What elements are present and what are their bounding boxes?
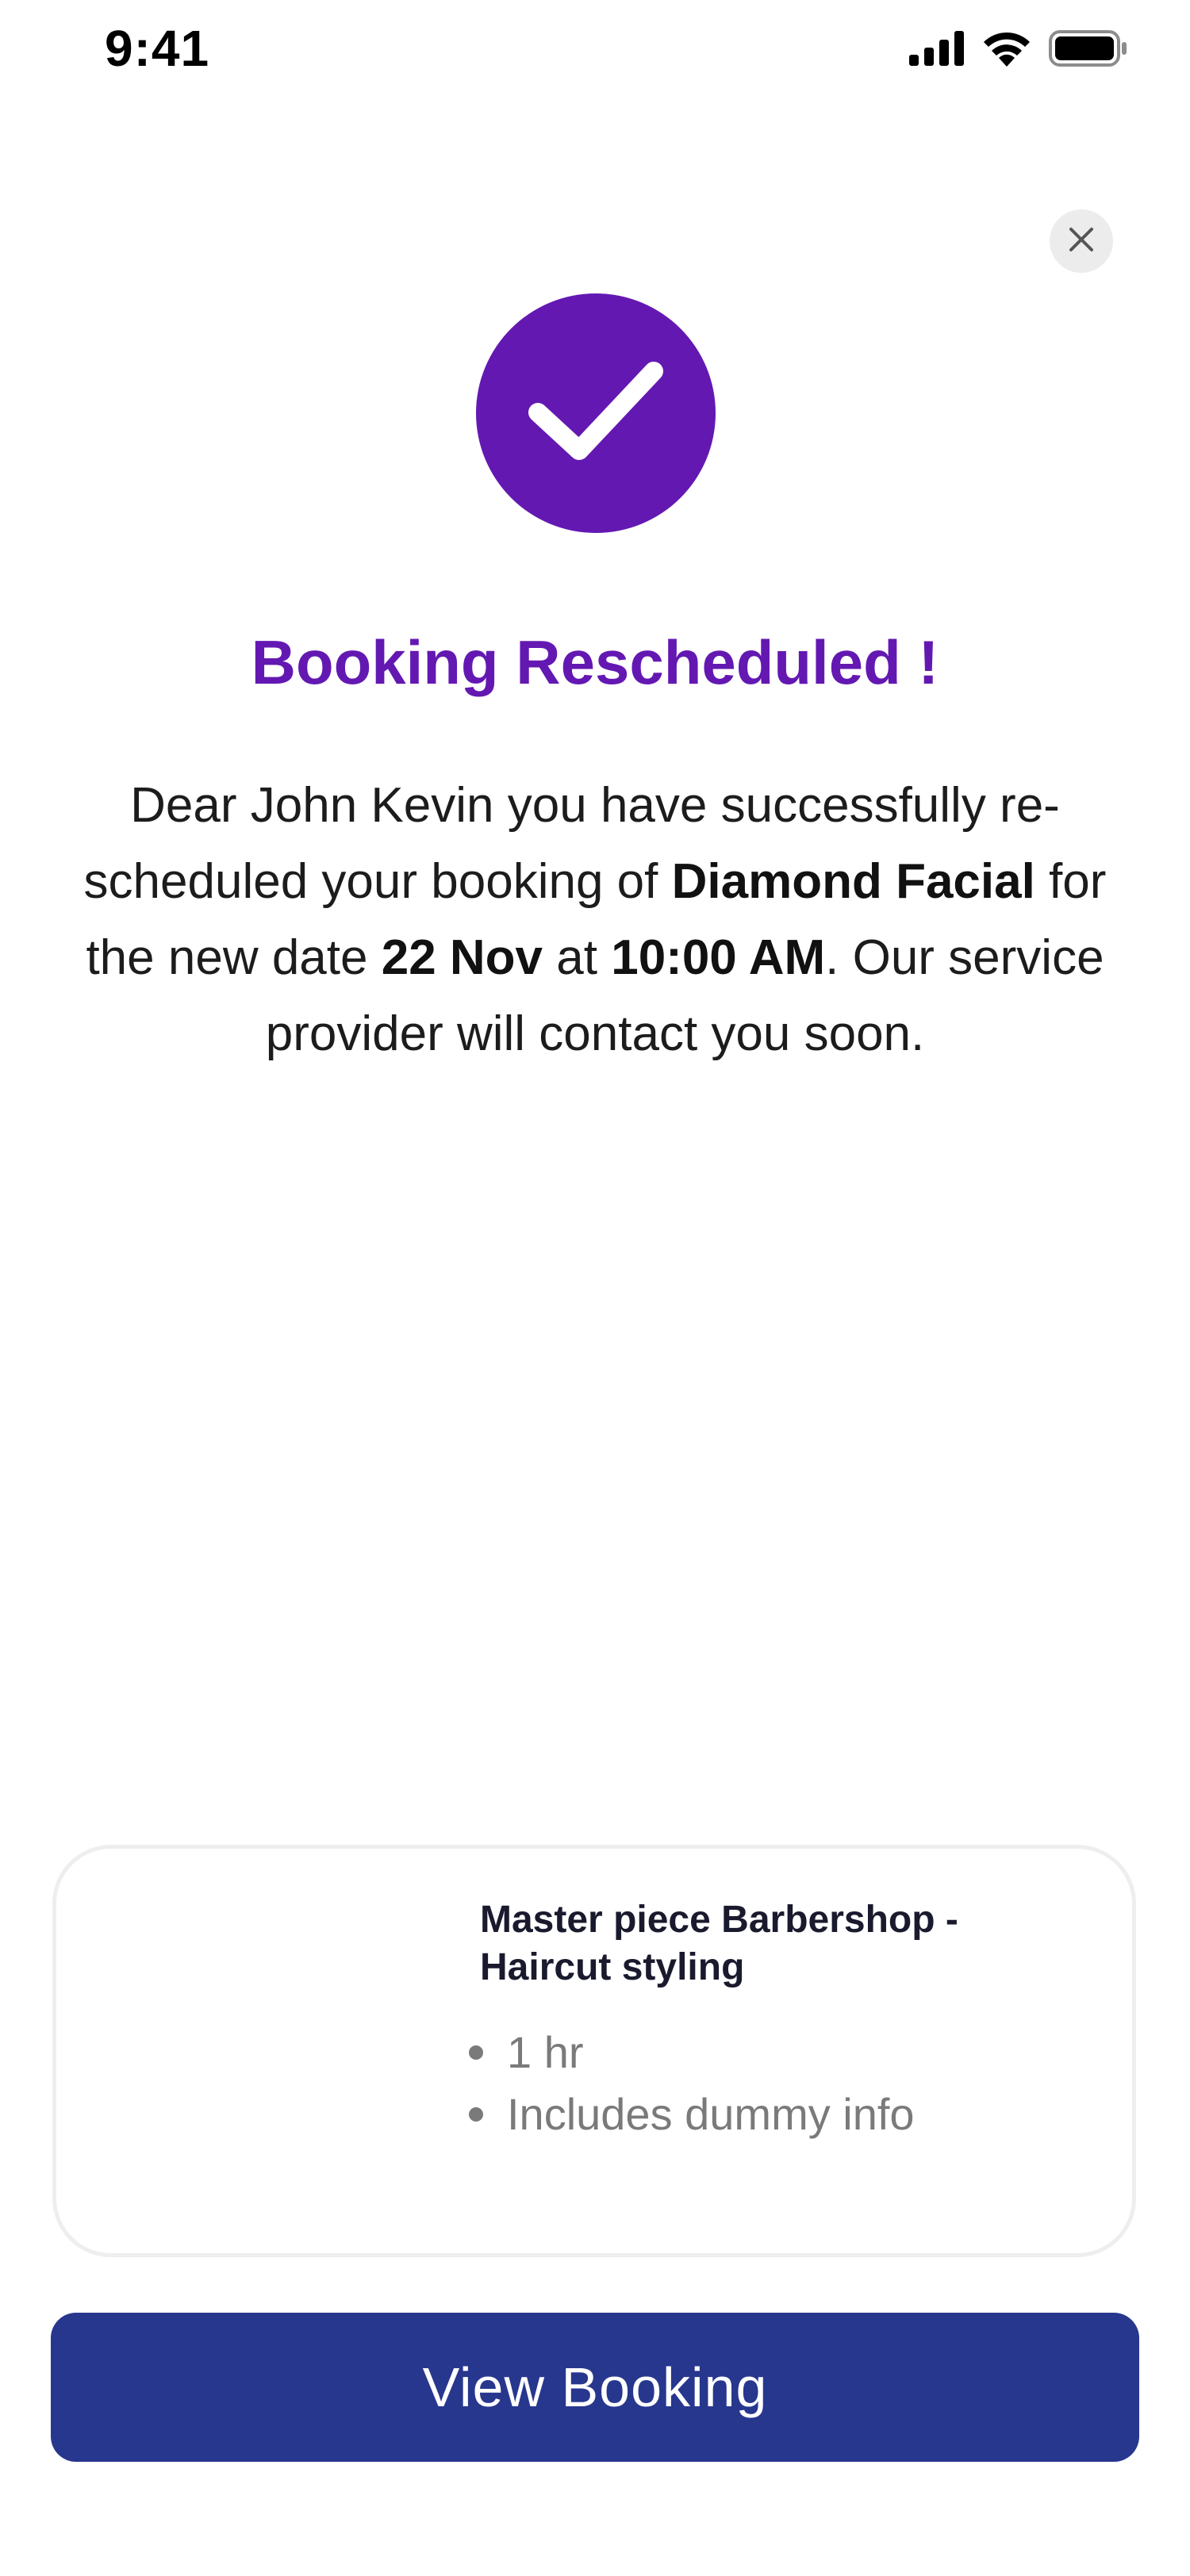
list-item: Includes dummy info <box>469 2083 915 2145</box>
service-details-list: 1 hr Includes dummy info <box>469 2022 915 2145</box>
service-name: Diamond Facial <box>671 854 1035 909</box>
status-time: 9:41 <box>105 20 210 77</box>
bullet-icon <box>469 2107 483 2122</box>
service-info: Includes dummy info <box>507 2089 915 2139</box>
service-card[interactable]: Master piece Barbershop - Haircut stylin… <box>52 1845 1136 2257</box>
service-card-title: Master piece Barbershop - Haircut stylin… <box>480 1899 958 1988</box>
status-icons <box>909 30 1128 71</box>
checkmark-icon <box>528 360 663 467</box>
confirmation-title: Booking Rescheduled ! <box>251 627 939 697</box>
confirmation-message: Dear John Kevin you have successfully re… <box>48 768 1142 1072</box>
status-bar: 9:41 <box>0 0 1190 98</box>
service-thumbnail <box>101 1893 450 2210</box>
booking-time: 10:00 AM <box>611 930 826 985</box>
close-button[interactable] <box>1050 209 1113 273</box>
close-icon <box>1068 226 1095 257</box>
booking-date: 22 Nov <box>381 930 543 985</box>
wifi-icon <box>982 30 1031 71</box>
message-text: at <box>543 930 612 985</box>
bullet-icon <box>469 2045 483 2060</box>
service-duration: 1 hr <box>507 2027 584 2077</box>
battery-icon <box>1049 30 1128 71</box>
success-badge <box>476 293 716 533</box>
view-booking-button[interactable]: View Booking <box>51 2313 1139 2462</box>
cellular-signal-icon <box>909 31 965 70</box>
list-item: 1 hr <box>469 2022 915 2083</box>
